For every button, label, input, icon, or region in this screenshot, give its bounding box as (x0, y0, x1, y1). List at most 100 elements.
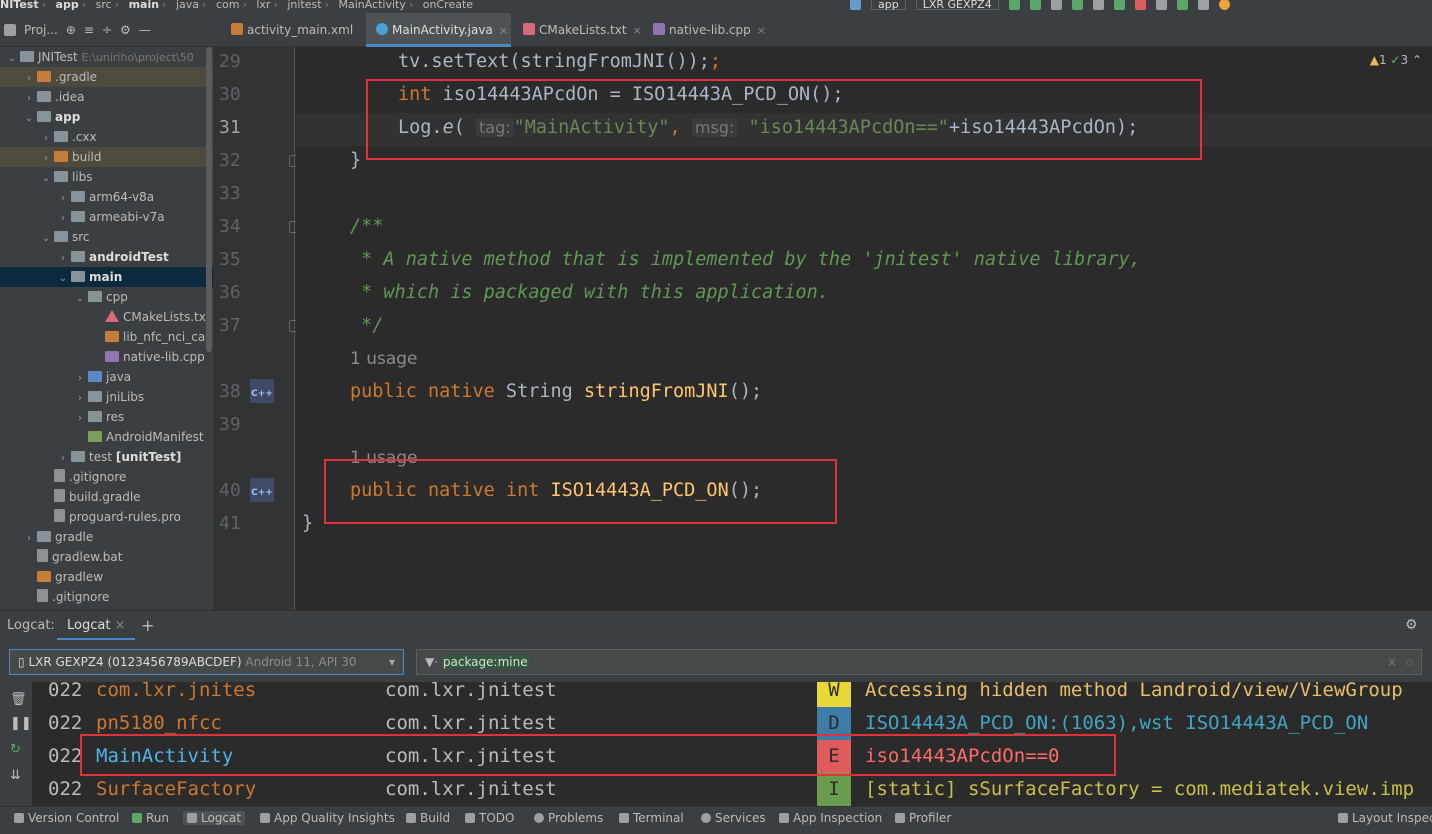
tree-item[interactable]: › build (0, 147, 213, 167)
chevron-right-icon[interactable]: › (57, 189, 69, 209)
tree-item[interactable]: › .idea (0, 87, 213, 107)
tree-item[interactable]: native-lib.cpp (0, 347, 213, 367)
tree-item[interactable]: › armeabi-v7a (0, 207, 213, 227)
tree-item[interactable]: ⌄ cpp (0, 287, 213, 307)
device-dropdown[interactable]: ▯ LXR GEXPZ4 (0123456789ABCDEF) Android … (9, 649, 404, 675)
tree-item[interactable]: ⌄ app (0, 107, 213, 127)
app-quality-insights-button[interactable]: App Quality Insights (260, 811, 395, 825)
tree-item[interactable]: › arm64-v8a (0, 187, 213, 207)
clear-icon[interactable]: × (1387, 650, 1397, 674)
favorite-icon[interactable]: ☆ (1404, 650, 1415, 674)
tree-item[interactable]: › res (0, 407, 213, 427)
tab-main-activity-java[interactable]: MainActivity.java × (366, 13, 511, 47)
inspection-widget[interactable]: ▲1 ✓3 ⌃ (1370, 53, 1422, 67)
gear-icon[interactable]: ⚙ (1405, 617, 1418, 633)
tree-item[interactable]: ⌄ main (0, 267, 213, 287)
breadcrumb-item[interactable]: jnitest (287, 0, 321, 11)
chevron-right-icon[interactable]: › (74, 409, 86, 429)
chevron-right-icon[interactable]: › (23, 529, 35, 549)
locate-icon[interactable]: ⊕ (66, 23, 76, 37)
tab-logcat[interactable]: Logcat × (57, 611, 136, 641)
breadcrumb-item[interactable]: onCreate (423, 0, 473, 11)
project-tree-scrollbar[interactable] (206, 47, 212, 352)
problems-button[interactable]: Problems (534, 811, 603, 825)
tree-item[interactable]: gradlew.bat (0, 547, 213, 567)
profiler-button[interactable]: Profiler (895, 811, 951, 825)
build-button[interactable]: Build (406, 811, 450, 825)
tab-cmakelists[interactable]: CMakeLists.txt × (513, 13, 642, 47)
chevron-down-icon[interactable]: ⌄ (40, 169, 52, 189)
hide-icon[interactable]: — (139, 23, 151, 37)
notification-icon[interactable] (1218, 0, 1230, 10)
apply-changes-icon[interactable] (1029, 0, 1041, 10)
usage-hint[interactable]: 1 usage (350, 349, 418, 369)
close-icon[interactable]: × (757, 24, 766, 37)
scroll-to-end-icon[interactable]: ⇊ (10, 768, 21, 783)
expand-all-icon[interactable]: ≡ (84, 23, 94, 37)
hammer-icon[interactable] (850, 0, 861, 10)
version-control-button[interactable]: Version Control (14, 811, 119, 825)
breadcrumb-item[interactable]: java (176, 0, 199, 11)
tree-item[interactable]: ⌄ JNITest E:\uniriho\project\50 (0, 47, 213, 67)
tree-item[interactable]: › test [unitTest] (0, 447, 213, 467)
tree-item[interactable]: AndroidManifest (0, 427, 213, 447)
terminal-button[interactable]: Terminal (619, 811, 684, 825)
chevron-down-icon[interactable]: ⌄ (74, 289, 86, 309)
tree-item[interactable]: build.gradle (0, 487, 213, 507)
tree-item[interactable]: › androidTest (0, 247, 213, 267)
tree-item[interactable]: .gitignore (0, 467, 213, 487)
breadcrumb-item[interactable]: MainActivity (338, 0, 405, 11)
chevron-right-icon[interactable]: › (57, 249, 69, 269)
tree-item[interactable]: ⌄ src (0, 227, 213, 247)
tree-item[interactable]: › java (0, 367, 213, 387)
device-select[interactable]: LXR GEXPZ4 (915, 0, 999, 11)
tree-item[interactable]: › gradle (0, 527, 213, 547)
clear-log-icon[interactable]: 🗑 (10, 692, 27, 707)
chevron-right-icon[interactable]: › (57, 209, 69, 229)
tree-item[interactable]: ⌄ libs (0, 167, 213, 187)
code-editor[interactable]: tv.setText(stringFromJNI());; int iso144… (296, 47, 1432, 610)
device-manager-icon[interactable] (1155, 0, 1167, 10)
chevron-right-icon[interactable]: › (57, 449, 69, 469)
run-icon[interactable] (1008, 0, 1020, 10)
search-icon[interactable] (1197, 0, 1209, 10)
breadcrumb-item[interactable]: com (216, 0, 240, 11)
run-config-select[interactable]: app (871, 0, 906, 11)
tree-item[interactable]: proguard-rules.pro (0, 507, 213, 527)
chevron-right-icon[interactable]: › (40, 129, 52, 149)
tree-item[interactable]: .gitignore (0, 587, 213, 607)
restart-icon[interactable]: ↻ (10, 742, 21, 757)
chevron-down-icon[interactable]: ⌄ (40, 229, 52, 249)
tree-item[interactable]: › .cxx (0, 127, 213, 147)
todo-button[interactable]: TODO (465, 811, 514, 825)
tree-item[interactable]: › .gradle (0, 67, 213, 87)
services-button[interactable]: Services (701, 811, 766, 825)
add-tab-icon[interactable]: + (141, 616, 154, 635)
chevron-down-icon[interactable]: ⌄ (6, 49, 18, 69)
close-icon[interactable]: × (115, 618, 126, 633)
chevron-up-icon[interactable]: ⌃ (1412, 53, 1422, 67)
tab-activity-main-xml[interactable]: activity_main.xml (221, 13, 353, 47)
logcat-button[interactable]: Logcat (183, 811, 246, 825)
app-inspection-button[interactable]: App Inspection (779, 811, 882, 825)
breadcrumb-item[interactable]: src (96, 0, 112, 11)
tab-native-lib-cpp[interactable]: native-lib.cpp × (643, 13, 766, 47)
jump-to-native-icon[interactable]: C++ (250, 478, 274, 502)
close-icon[interactable]: × (499, 24, 508, 37)
tree-item[interactable]: CMakeLists.tx (0, 307, 213, 327)
gear-icon[interactable]: ⚙ (120, 23, 131, 37)
run-button[interactable]: Run (132, 811, 169, 825)
chevron-down-icon[interactable]: ⌄ (23, 109, 35, 129)
pause-icon[interactable]: ❚❚ (10, 716, 32, 731)
chevron-right-icon[interactable]: › (23, 69, 35, 89)
breadcrumb-item[interactable]: app (56, 0, 79, 11)
stop-icon[interactable] (1134, 0, 1146, 10)
tree-item[interactable]: lib_nfc_nci_ca (0, 327, 213, 347)
sdk-manager-icon[interactable] (1176, 0, 1188, 10)
close-icon[interactable]: × (633, 24, 642, 37)
debug-icon[interactable] (1071, 0, 1083, 10)
collapse-all-icon[interactable]: ÷ (102, 23, 112, 37)
chevron-right-icon[interactable]: › (40, 149, 52, 169)
log-row[interactable]: 022 com.lxr.jnites com.lxr.jnitest W Accessi… (32, 682, 1432, 707)
chevron-right-icon[interactable]: › (74, 389, 86, 409)
